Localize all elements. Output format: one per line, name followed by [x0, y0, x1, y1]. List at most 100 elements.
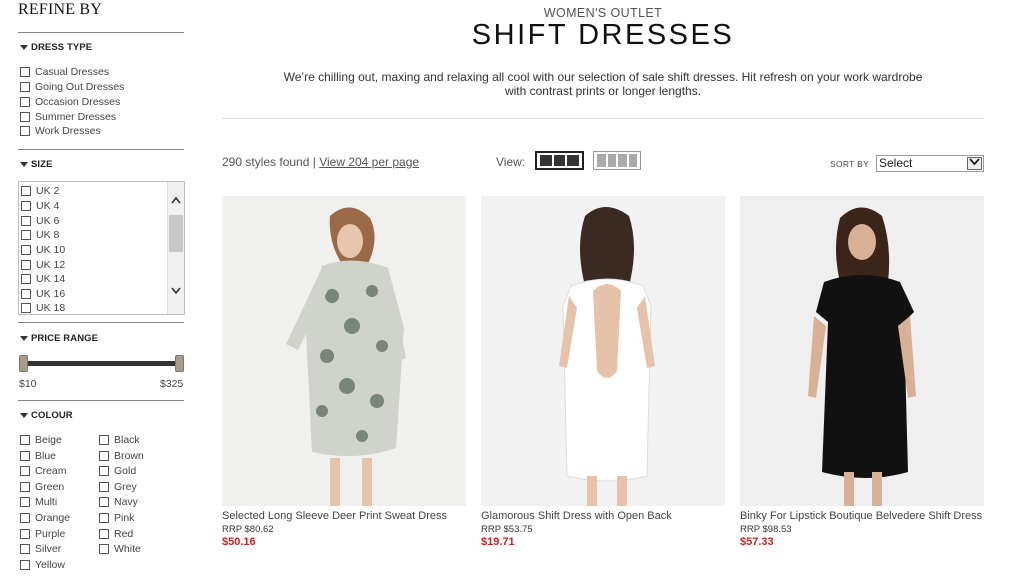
- checkbox[interactable]: [20, 451, 30, 461]
- checkbox[interactable]: [20, 466, 30, 476]
- size-option-uk-12[interactable]: UK 12: [21, 258, 65, 272]
- size-option-uk-2[interactable]: UK 2: [21, 184, 59, 198]
- product-rrp: RRP $53.75: [481, 524, 533, 535]
- divider: [18, 149, 184, 150]
- size-option-uk-18[interactable]: UK 18: [21, 301, 65, 314]
- colour-option-multi[interactable]: Multi: [20, 495, 57, 509]
- checkbox[interactable]: [20, 82, 30, 92]
- checkbox[interactable]: [20, 529, 30, 539]
- product-image[interactable]: [222, 196, 466, 506]
- product-image[interactable]: [481, 196, 725, 506]
- size-scrollbar[interactable]: [167, 182, 184, 314]
- price-min-handle[interactable]: [19, 355, 28, 372]
- checkbox[interactable]: [21, 260, 31, 270]
- checkbox[interactable]: [20, 560, 30, 570]
- price-min-label: $10: [19, 378, 37, 390]
- colour-option-brown[interactable]: Brown: [99, 449, 144, 463]
- price-max-handle[interactable]: [175, 355, 184, 372]
- filter-option-summer-dresses[interactable]: Summer Dresses: [20, 110, 116, 124]
- size-option-uk-6[interactable]: UK 6: [21, 214, 59, 228]
- product-name[interactable]: Selected Long Sleeve Deer Print Sweat Dr…: [222, 510, 466, 522]
- colour-option-yellow[interactable]: Yellow: [20, 558, 65, 572]
- view-per-page-link[interactable]: View 204 per page: [319, 155, 419, 169]
- colour-option-red[interactable]: Red: [99, 527, 133, 541]
- checkbox[interactable]: [20, 544, 30, 554]
- checkbox[interactable]: [20, 482, 30, 492]
- checkbox[interactable]: [21, 201, 31, 211]
- size-list[interactable]: UK 2 UK 4 UK 6 UK 8 UK 10 UK 12 UK 14 UK…: [18, 181, 185, 315]
- colour-option-navy[interactable]: Navy: [99, 495, 138, 509]
- checkbox[interactable]: [99, 544, 109, 554]
- view-label: View:: [496, 155, 526, 169]
- chevron-down-icon[interactable]: [967, 157, 982, 170]
- product-name[interactable]: Glamorous Shift Dress with Open Back: [481, 510, 725, 522]
- colour-option-silver[interactable]: Silver: [20, 542, 61, 556]
- checkbox[interactable]: [20, 112, 30, 122]
- colour-option-beige[interactable]: Beige: [20, 433, 62, 447]
- collapse-triangle-icon: [20, 162, 28, 167]
- product-price: $19.71: [481, 536, 515, 548]
- product-card[interactable]: Binky For Lipstick Boutique Belvedere Sh…: [740, 196, 984, 548]
- page-title: SHIFT DRESSES: [471, 19, 735, 51]
- product-card[interactable]: Selected Long Sleeve Deer Print Sweat Dr…: [222, 196, 466, 548]
- filter-option-casual-dresses[interactable]: Casual Dresses: [20, 65, 109, 79]
- price-range-header[interactable]: PRICE RANGE: [20, 333, 98, 344]
- checkbox[interactable]: [21, 186, 31, 196]
- divider: [18, 400, 184, 401]
- colour-option-green[interactable]: Green: [20, 480, 64, 494]
- checkbox[interactable]: [21, 289, 31, 299]
- checkbox[interactable]: [20, 97, 30, 107]
- price-slider-track[interactable]: [22, 361, 178, 366]
- size-option-uk-10[interactable]: UK 10: [21, 243, 65, 257]
- checkbox[interactable]: [99, 497, 109, 507]
- colour-option-pink[interactable]: Pink: [99, 511, 134, 525]
- checkbox[interactable]: [99, 482, 109, 492]
- checkbox[interactable]: [99, 451, 109, 461]
- colour-option-black[interactable]: Black: [99, 433, 140, 447]
- size-option-uk-14[interactable]: UK 14: [21, 272, 65, 286]
- checkbox[interactable]: [21, 230, 31, 240]
- size-header[interactable]: SIZE: [20, 159, 53, 170]
- chevron-down-icon[interactable]: [171, 286, 181, 296]
- product-image[interactable]: [740, 196, 984, 506]
- checkbox[interactable]: [20, 513, 30, 523]
- checkbox[interactable]: [21, 216, 31, 226]
- checkbox[interactable]: [99, 513, 109, 523]
- colour-option-white[interactable]: White: [99, 542, 141, 556]
- divider: [222, 118, 984, 119]
- checkbox[interactable]: [99, 529, 109, 539]
- colour-option-purple[interactable]: Purple: [20, 527, 65, 541]
- checkbox[interactable]: [99, 466, 109, 476]
- checkbox[interactable]: [20, 435, 30, 445]
- checkbox[interactable]: [21, 245, 31, 255]
- product-card[interactable]: Glamorous Shift Dress with Open Back RRP…: [481, 196, 725, 548]
- grid-3-columns-button[interactable]: [535, 151, 584, 170]
- sort-select[interactable]: Select: [876, 155, 984, 172]
- filter-option-occasion-dresses[interactable]: Occasion Dresses: [20, 95, 120, 109]
- product-rrp: RRP $98.53: [740, 524, 792, 535]
- divider: [18, 322, 184, 323]
- chevron-up-icon[interactable]: [171, 195, 181, 205]
- colour-option-blue[interactable]: Blue: [20, 449, 56, 463]
- scroll-thumb[interactable]: [169, 215, 183, 252]
- colour-option-cream[interactable]: Cream: [20, 464, 67, 478]
- size-option-uk-4[interactable]: UK 4: [21, 199, 59, 213]
- filter-option-work-dresses[interactable]: Work Dresses: [20, 124, 101, 138]
- collapse-triangle-icon: [20, 336, 28, 341]
- checkbox[interactable]: [20, 126, 30, 136]
- colour-header[interactable]: COLOUR: [20, 410, 73, 421]
- checkbox[interactable]: [21, 303, 31, 313]
- colour-option-grey[interactable]: Grey: [99, 480, 137, 494]
- checkbox[interactable]: [21, 274, 31, 284]
- product-name[interactable]: Binky For Lipstick Boutique Belvedere Sh…: [740, 510, 984, 522]
- colour-option-gold[interactable]: Gold: [99, 464, 136, 478]
- checkbox[interactable]: [99, 435, 109, 445]
- checkbox[interactable]: [20, 497, 30, 507]
- checkbox[interactable]: [20, 67, 30, 77]
- sort-by-label: SORT BY: [830, 159, 870, 169]
- grid-4-columns-button[interactable]: [593, 151, 641, 170]
- colour-option-orange[interactable]: Orange: [20, 511, 70, 525]
- size-option-uk-8[interactable]: UK 8: [21, 228, 59, 242]
- filter-option-going-out-dresses[interactable]: Going Out Dresses: [20, 80, 124, 94]
- size-option-uk-16[interactable]: UK 16: [21, 287, 65, 301]
